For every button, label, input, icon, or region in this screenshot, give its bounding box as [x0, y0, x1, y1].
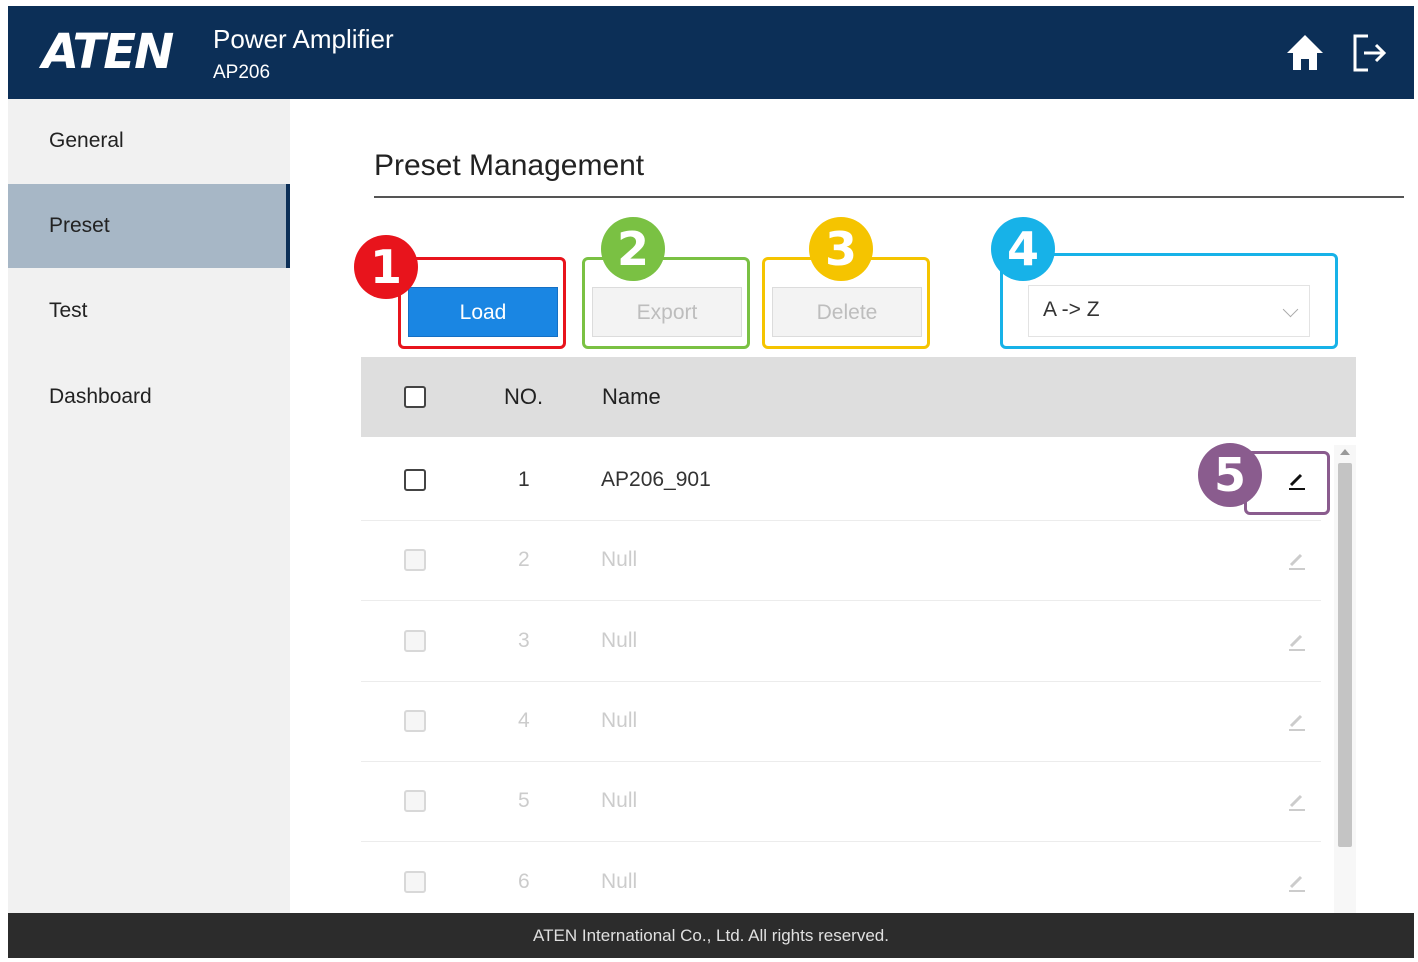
annotation-box-1: [398, 257, 566, 349]
row-checkbox[interactable]: [404, 630, 426, 652]
table-row[interactable]: 1 AP206_901: [361, 440, 1321, 521]
row-name: AP206_901: [601, 468, 711, 491]
row-number: 4: [518, 709, 530, 732]
table-row[interactable]: 4 Null: [361, 681, 1321, 762]
row-name: Null: [601, 789, 638, 812]
page-title: Preset Management: [374, 149, 645, 182]
select-all-checkbox[interactable]: [404, 386, 426, 408]
table-row[interactable]: 5 Null: [361, 761, 1321, 842]
sidebar-item-dashboard[interactable]: Dashboard: [8, 355, 290, 439]
top-header: ATEN Power Amplifier AP206: [8, 6, 1414, 99]
row-checkbox[interactable]: [404, 790, 426, 812]
row-checkbox[interactable]: [404, 469, 426, 491]
row-name: Null: [601, 629, 638, 652]
main-content: Preset Management Load Export Delete A -…: [290, 99, 1414, 913]
app-window: ATEN Power Amplifier AP206 General Prese…: [8, 6, 1414, 958]
annotation-badge-2: 2: [601, 217, 665, 281]
sidebar-item-test[interactable]: Test: [8, 269, 290, 353]
row-checkbox[interactable]: [404, 871, 426, 893]
row-number: 5: [518, 789, 530, 812]
column-header-name[interactable]: Name: [602, 357, 661, 437]
table-row[interactable]: 2 Null: [361, 520, 1321, 601]
pencil-edit-icon[interactable]: [1285, 789, 1309, 813]
app-model: AP206: [213, 62, 271, 83]
app-title: Power Amplifier: [213, 24, 394, 54]
annotation-badge-3: 3: [809, 217, 873, 281]
annotation-box-4: [1000, 253, 1338, 349]
row-name: Null: [601, 548, 638, 571]
table-scrollbar[interactable]: [1334, 445, 1356, 913]
annotation-badge-5: 5: [1198, 443, 1262, 507]
table-header: NO. Name: [361, 357, 1356, 437]
row-number: 2: [518, 548, 530, 571]
sidebar-item-preset[interactable]: Preset: [8, 184, 292, 268]
logout-icon[interactable]: [1350, 32, 1390, 74]
row-number: 3: [518, 629, 530, 652]
column-header-no[interactable]: NO.: [504, 357, 543, 437]
scrollbar-thumb[interactable]: [1338, 463, 1352, 847]
row-checkbox[interactable]: [404, 710, 426, 732]
title-divider: [374, 196, 1404, 198]
annotation-box-2: [582, 257, 750, 349]
aten-logo: ATEN: [42, 24, 174, 80]
row-name: Null: [601, 870, 638, 893]
annotation-badge-4: 4: [991, 217, 1055, 281]
pencil-edit-icon[interactable]: [1285, 629, 1309, 653]
sidebar-item-general[interactable]: General: [8, 99, 290, 183]
pencil-edit-icon[interactable]: [1285, 548, 1309, 572]
footer: ATEN International Co., Ltd. All rights …: [8, 913, 1414, 958]
pencil-edit-icon[interactable]: [1285, 468, 1309, 492]
pencil-edit-icon[interactable]: [1285, 870, 1309, 894]
table-row[interactable]: 3 Null: [361, 601, 1321, 682]
row-name: Null: [601, 709, 638, 732]
scroll-up-arrow-icon[interactable]: [1340, 449, 1350, 455]
table-row[interactable]: 6 Null: [361, 842, 1321, 922]
row-number: 1: [518, 468, 530, 491]
sidebar: General Preset Test Dashboard: [8, 99, 292, 913]
row-number: 6: [518, 870, 530, 893]
pencil-edit-icon[interactable]: [1285, 709, 1309, 733]
row-checkbox[interactable]: [404, 549, 426, 571]
home-icon[interactable]: [1284, 32, 1326, 74]
annotation-badge-1: 1: [354, 235, 418, 299]
